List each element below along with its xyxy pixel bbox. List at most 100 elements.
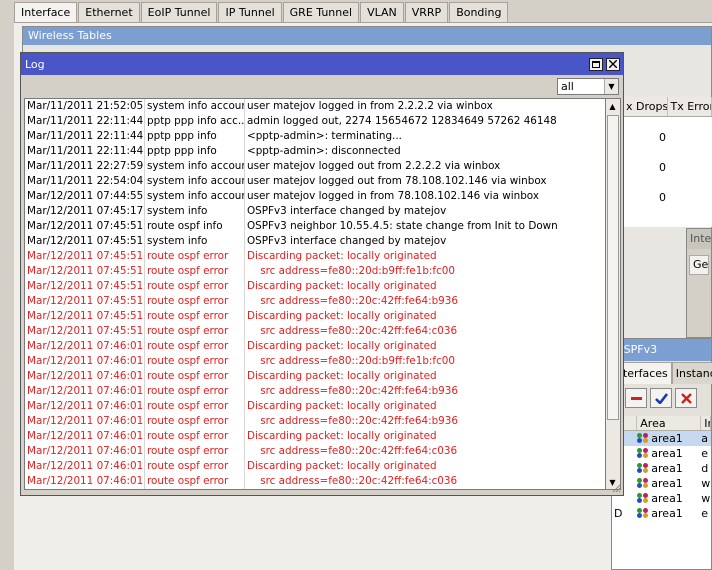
log-entry-message: src address=fe80::20c:42ff:fe64:b936 bbox=[247, 415, 459, 427]
tab-interface[interactable]: Interface bbox=[14, 2, 78, 22]
log-entry-message: Discarding packet: locally originated bbox=[247, 250, 437, 262]
row-area: area1 bbox=[637, 446, 701, 461]
resize-grip-icon[interactable] bbox=[611, 483, 621, 493]
col-interface[interactable]: In bbox=[701, 416, 711, 430]
row-interface: w bbox=[701, 492, 711, 505]
log-scrollbar[interactable]: ▲ ▼ bbox=[606, 98, 621, 490]
log-entry-row[interactable]: Mar/11/2011 22:54:04 system info account u… bbox=[25, 174, 605, 189]
interface-stats-table: x Drops Tx Errors 0 0 0 bbox=[622, 97, 712, 227]
log-toolbar: all ▼ bbox=[21, 75, 623, 97]
remove-button[interactable] bbox=[625, 388, 647, 408]
area-name: area1 bbox=[651, 507, 683, 520]
log-entry-time: Mar/12/2011 07:45:17 bbox=[27, 204, 145, 219]
log-entry-row[interactable]: Mar/12/2011 07:45:51 route ospf error src… bbox=[25, 324, 605, 339]
tab-vrrp[interactable]: VRRP bbox=[404, 2, 449, 22]
log-entry-message: Discarding packet: locally originated bbox=[247, 310, 437, 322]
topic-filter-value: all bbox=[561, 80, 574, 93]
tab-gre-tunnel[interactable]: GRE Tunnel bbox=[282, 2, 360, 22]
log-entry-row[interactable]: Mar/12/2011 07:45:51 route ospf error Disc… bbox=[25, 279, 605, 294]
log-entry-topics: pptp ppp info bbox=[145, 129, 245, 144]
log-entry-time: Mar/12/2011 07:45:51 bbox=[27, 279, 145, 294]
log-entry-message: admin logged out, 2274 15654672 12834649… bbox=[247, 115, 557, 127]
log-entry-row[interactable]: Mar/11/2011 22:11:44 pptp ppp info <pptp-a… bbox=[25, 129, 605, 144]
col-rx-drops[interactable]: x Drops bbox=[623, 97, 668, 116]
row-area: area1 bbox=[637, 506, 701, 521]
log-entry-row[interactable]: Mar/12/2011 07:46:01 route ospf error Disc… bbox=[25, 399, 605, 414]
col-tx-errors[interactable]: Tx Errors bbox=[668, 97, 712, 116]
ospf-interface-row[interactable]: area1 w bbox=[612, 476, 711, 491]
log-entry-message: Discarding packet: locally originated bbox=[247, 400, 437, 412]
log-entry-time: Mar/11/2011 22:11:44 bbox=[27, 144, 145, 159]
area-icon bbox=[637, 433, 650, 444]
ospfv3-title[interactable]: OSPFv3 bbox=[612, 339, 711, 361]
log-entry-row[interactable]: Mar/12/2011 07:45:51 system info OSPFv3 in… bbox=[25, 234, 605, 249]
log-entry-row[interactable]: Mar/12/2011 07:46:01 route ospf error src… bbox=[25, 354, 605, 369]
log-entry-row[interactable]: Mar/12/2011 07:45:51 route ospf error src… bbox=[25, 264, 605, 279]
interface-detail-title[interactable]: Interf bbox=[687, 229, 711, 249]
log-entry-message: OSPFv3 interface changed by matejov bbox=[247, 235, 447, 247]
log-entry-time: Mar/12/2011 07:46:01 bbox=[27, 399, 145, 414]
log-entry-row[interactable]: Mar/12/2011 07:45:17 system info OSPFv3 in… bbox=[25, 204, 605, 219]
close-button[interactable] bbox=[606, 57, 620, 71]
log-titlebar[interactable]: Log bbox=[21, 53, 623, 75]
log-entry-message: OSPFv3 interface changed by matejov bbox=[247, 205, 447, 217]
scroll-up-icon[interactable]: ▲ bbox=[606, 99, 619, 113]
log-entry-row[interactable]: Mar/12/2011 07:45:51 route ospf error Disc… bbox=[25, 249, 605, 264]
log-entry-message: user matejov logged out from 2.2.2.2 via… bbox=[247, 160, 501, 172]
log-entry-row[interactable]: Mar/12/2011 07:45:51 route ospf error src… bbox=[25, 294, 605, 309]
log-entry-time: Mar/11/2011 21:52:05 bbox=[27, 99, 145, 114]
log-entry-row[interactable]: Mar/12/2011 07:46:01 route ospf error Disc… bbox=[25, 339, 605, 354]
log-entry-row[interactable]: Mar/12/2011 07:46:01 route ospf error src… bbox=[25, 384, 605, 399]
log-entry-row[interactable]: Mar/11/2011 22:11:44 pptp ppp info <pptp-a… bbox=[25, 144, 605, 159]
log-entry-row[interactable]: Mar/11/2011 21:52:05 system info account u… bbox=[25, 99, 605, 114]
tab-ip-tunnel[interactable]: IP Tunnel bbox=[218, 2, 282, 22]
log-entry-message: Discarding packet: locally originated bbox=[247, 280, 437, 292]
topic-filter-select[interactable]: all ▼ bbox=[557, 78, 619, 95]
ospfv3-window: OSPFv3 nterfaces Instance + Area In area… bbox=[611, 338, 712, 570]
log-entry-row[interactable]: Mar/12/2011 07:44:55 system info account u… bbox=[25, 189, 605, 204]
tab-ethernet[interactable]: Ethernet bbox=[78, 2, 140, 22]
tab-eoip-tunnel[interactable]: EoIP Tunnel bbox=[140, 2, 218, 22]
log-entry-topics: route ospf error bbox=[145, 429, 245, 444]
log-entry-row[interactable]: Mar/12/2011 07:46:01 route ospf error Disc… bbox=[25, 369, 605, 384]
log-entry-topics: route ospf error bbox=[145, 459, 245, 474]
scrollbar-thumb[interactable] bbox=[607, 115, 619, 420]
disable-button[interactable] bbox=[675, 388, 697, 408]
log-entry-row[interactable]: Mar/12/2011 07:46:01 route ospf error src… bbox=[25, 474, 605, 489]
log-entry-topics: route ospf error bbox=[145, 309, 245, 324]
log-entry-row[interactable]: Mar/12/2011 07:46:01 route ospf error src… bbox=[25, 414, 605, 429]
enable-button[interactable] bbox=[650, 388, 672, 408]
log-entry-row[interactable]: Mar/11/2011 22:27:59 system info account u… bbox=[25, 159, 605, 174]
row-flag: D bbox=[614, 507, 623, 520]
log-entry-message: <pptp-admin>: terminating... bbox=[247, 130, 402, 142]
ospf-interface-row[interactable]: area1 d bbox=[612, 461, 711, 476]
ospf-table-header: Area In bbox=[612, 416, 711, 431]
wireless-tables-title[interactable]: Wireless Tables bbox=[23, 27, 711, 45]
log-entry-topics: route ospf error bbox=[145, 279, 245, 294]
log-entry-row[interactable]: Mar/12/2011 07:45:51 route ospf info OSPFv… bbox=[25, 219, 605, 234]
log-entry-topics: system info account bbox=[147, 159, 245, 174]
log-entry-time: Mar/12/2011 07:45:51 bbox=[27, 219, 145, 234]
ospf-interface-row[interactable]: area1 e bbox=[612, 446, 711, 461]
tab-instances[interactable]: Instance bbox=[671, 362, 712, 384]
ospf-interface-row[interactable]: Darea1 e bbox=[612, 506, 711, 521]
ospf-interface-row[interactable]: area1 a bbox=[612, 431, 711, 446]
log-entry-topics: system info account bbox=[147, 189, 245, 204]
log-entry-message: Discarding packet: locally originated bbox=[247, 370, 437, 382]
maximize-button[interactable] bbox=[589, 57, 603, 71]
log-entry-row[interactable]: Mar/12/2011 07:46:01 route ospf error src… bbox=[25, 444, 605, 459]
log-entry-row[interactable]: Mar/12/2011 07:45:51 route ospf error Disc… bbox=[25, 309, 605, 324]
dropdown-arrow-icon[interactable]: ▼ bbox=[604, 79, 618, 94]
log-entry-time: Mar/12/2011 07:46:01 bbox=[27, 414, 145, 429]
log-entry-row[interactable]: Mar/12/2011 07:46:01 route ospf error Disc… bbox=[25, 429, 605, 444]
ospf-interface-row[interactable]: area1 w bbox=[612, 491, 711, 506]
log-entry-row[interactable]: Mar/11/2011 22:11:44 pptp ppp info acc...… bbox=[25, 114, 605, 129]
log-entry-topics: route ospf error bbox=[145, 354, 245, 369]
tab-vlan[interactable]: VLAN bbox=[360, 2, 404, 22]
tab-bonding[interactable]: Bonding bbox=[449, 2, 509, 22]
ospf-rows: area1 a area1 e area1 d area1 w area1 w Darea1 e bbox=[612, 431, 711, 521]
log-entry-time: Mar/11/2011 22:54:04 bbox=[27, 174, 145, 189]
col-area[interactable]: Area bbox=[637, 416, 702, 430]
tab-general[interactable]: Gene bbox=[689, 255, 709, 275]
log-entry-row[interactable]: Mar/12/2011 07:46:01 route ospf error Disc… bbox=[25, 459, 605, 474]
